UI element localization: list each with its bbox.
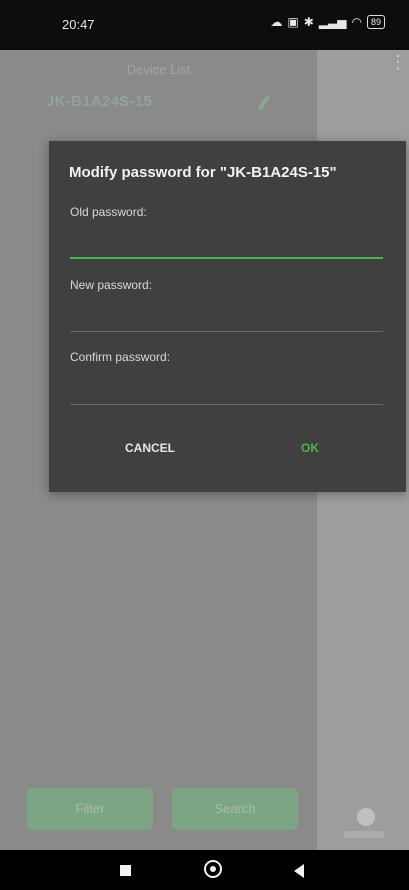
new-password-underline	[70, 331, 383, 332]
edit-pencil-icon[interactable]	[256, 91, 272, 111]
confirm-password-input[interactable]	[70, 375, 387, 403]
back-icon[interactable]	[294, 864, 304, 878]
status-bar: 20:47 ☁ ▣ ✱ ▂▃▅ ◠ 89	[0, 0, 409, 50]
dialog-title: Modify password for "JK-B1A24S-15"	[69, 164, 337, 181]
navigation-bar	[0, 850, 409, 890]
device-item[interactable]: JK-B1A24S-15	[46, 93, 152, 110]
filter-button[interactable]: Filter	[27, 788, 153, 830]
more-options-icon[interactable]: ⋮	[389, 53, 407, 82]
home-icon[interactable]	[204, 860, 222, 878]
recent-apps-icon[interactable]	[120, 865, 131, 876]
old-password-underline	[70, 257, 383, 259]
signal-icon: ▂▃▅	[318, 15, 347, 29]
cancel-button[interactable]: CANCEL	[119, 436, 181, 460]
settings-icon[interactable]	[357, 808, 375, 826]
page-title: Device List	[126, 62, 191, 77]
wifi-icon: ◠	[351, 15, 362, 29]
side-label	[344, 831, 384, 838]
bluetooth-icon: ✱	[303, 15, 314, 29]
modify-password-dialog: Modify password for "JK-B1A24S-15" Old p…	[49, 141, 406, 492]
cloud-icon: ☁	[270, 15, 283, 29]
status-time: 20:47	[62, 17, 95, 32]
new-password-label: New password:	[70, 278, 153, 292]
search-button[interactable]: Search	[172, 788, 298, 830]
new-password-input[interactable]	[70, 303, 387, 331]
battery-icon: 89	[366, 15, 385, 29]
old-password-label: Old password:	[70, 205, 147, 219]
confirm-password-label: Confirm password:	[70, 350, 171, 364]
status-icons: ☁ ▣ ✱ ▂▃▅ ◠ 89	[270, 15, 385, 29]
ok-button[interactable]: OK	[295, 436, 325, 460]
confirm-password-underline	[70, 404, 383, 405]
nfc-icon: ▣	[287, 15, 299, 29]
old-password-input[interactable]	[70, 230, 387, 258]
